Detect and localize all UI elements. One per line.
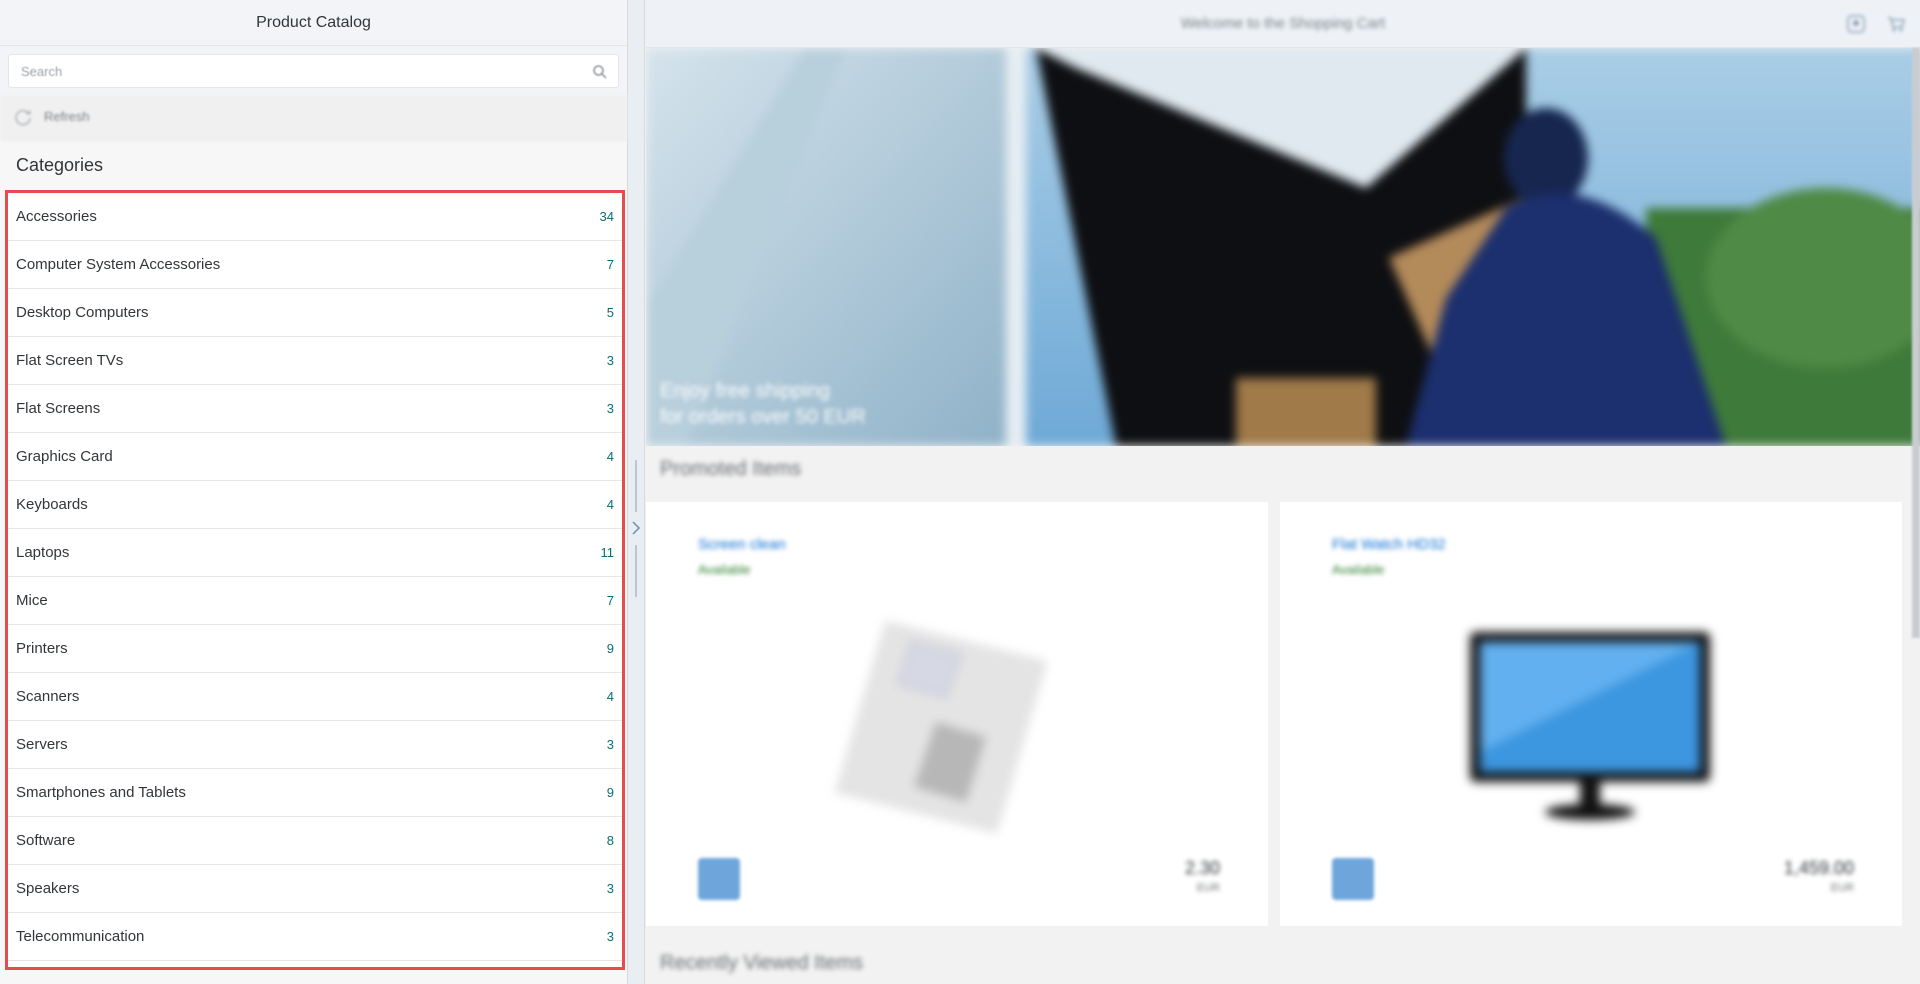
category-count: 11 — [600, 545, 615, 560]
splitter-grip-top — [635, 460, 637, 512]
master-header: Product Catalog — [0, 0, 627, 46]
category-item-smartphones-and-tablets[interactable]: Smartphones and Tablets 9 — [8, 769, 622, 817]
category-item-flat-screens[interactable]: Flat Screens 3 — [8, 385, 622, 433]
category-count: 34 — [599, 209, 614, 224]
detail-pane: Welcome to the Shopping Cart Enjoy free … — [646, 0, 1920, 984]
category-name: Computer System Accessories — [16, 256, 221, 273]
product-currency: EUR — [1830, 882, 1854, 894]
product-status: Available — [698, 562, 751, 577]
product-title-link[interactable]: Flat Watch HD32 — [1332, 536, 1446, 553]
search-bar — [0, 46, 627, 94]
category-count: 4 — [606, 689, 614, 704]
category-count: 3 — [606, 353, 614, 368]
category-name: Laptops — [16, 544, 70, 561]
page-title: Product Catalog — [256, 13, 371, 31]
category-list: Accessories 34 Computer System Accessori… — [5, 190, 625, 970]
category-count: 9 — [606, 641, 614, 656]
category-count: 3 — [606, 929, 614, 944]
hero-banner[interactable]: Enjoy free shipping for orders over 50 E… — [646, 48, 1920, 446]
app-window: Product Catalog Refresh Categories Acces… — [0, 0, 1920, 984]
category-count: 4 — [606, 497, 614, 512]
category-item-servers[interactable]: Servers 3 — [8, 721, 622, 769]
product-image[interactable] — [1430, 602, 1750, 842]
refresh-button[interactable]: Refresh — [0, 94, 627, 140]
refresh-label: Refresh — [44, 109, 90, 124]
hero-caption: Enjoy free shipping for orders over 50 E… — [660, 378, 866, 430]
product-price: 1,459.00 — [1783, 858, 1854, 878]
detail-scrollbar[interactable] — [1912, 48, 1920, 638]
category-name: Software — [16, 832, 76, 849]
category-name: Accessories — [16, 208, 97, 225]
category-name: Keyboards — [16, 496, 88, 513]
category-count: 3 — [606, 881, 614, 896]
category-item-computer-system-accessories[interactable]: Computer System Accessories 7 — [8, 241, 622, 289]
category-item-accessories[interactable]: Accessories 34 — [8, 193, 622, 241]
add-to-cart-button[interactable] — [1332, 858, 1374, 900]
category-count: 9 — [606, 785, 614, 800]
refresh-icon — [15, 109, 31, 125]
product-title-link[interactable]: Screen clean — [698, 536, 786, 553]
category-count: 5 — [606, 305, 614, 320]
detail-title: Welcome to the Shopping Cart — [1180, 15, 1385, 32]
category-name: Printers — [16, 640, 68, 657]
category-count: 7 — [606, 257, 614, 272]
category-count: 3 — [606, 401, 614, 416]
category-count: 4 — [606, 449, 614, 464]
hero-caption-line1: Enjoy free shipping — [660, 380, 831, 402]
categories-title: Categories — [0, 140, 627, 190]
category-item-mice[interactable]: Mice 7 — [8, 577, 622, 625]
product-image[interactable] — [796, 602, 1116, 842]
category-count: 7 — [606, 593, 614, 608]
category-item-speakers[interactable]: Speakers 3 — [8, 865, 622, 913]
category-name: Smartphones and Tablets — [16, 784, 186, 801]
product-status: Available — [1332, 562, 1385, 577]
category-name: Graphics Card — [16, 448, 113, 465]
detail-header: Welcome to the Shopping Cart — [646, 0, 1920, 48]
category-name: Flat Screens — [16, 400, 101, 417]
hero-caption-line2: for orders over 50 EUR — [660, 406, 866, 428]
pane-splitter[interactable] — [628, 0, 645, 984]
category-item-printers[interactable]: Printers 9 — [8, 625, 622, 673]
category-name: Mice — [16, 592, 48, 609]
category-item-graphics-card[interactable]: Graphics Card 4 — [8, 433, 622, 481]
splitter-grip-bottom — [635, 545, 637, 597]
category-name: Flat Screen TVs — [16, 352, 124, 369]
product-card[interactable]: Flat Watch HD32 Available 1,459.00 EUR — [1280, 502, 1902, 926]
category-name: Scanners — [16, 688, 80, 705]
search-icon[interactable] — [592, 64, 608, 80]
account-icon[interactable] — [1846, 14, 1866, 34]
category-item-flat-screen-tvs[interactable]: Flat Screen TVs 3 — [8, 337, 622, 385]
product-card[interactable]: Screen clean Available 2.30 EUR — [646, 502, 1268, 926]
category-name: Servers — [16, 736, 68, 753]
category-item-telecommunication[interactable]: Telecommunication 3 — [8, 913, 622, 961]
product-currency: EUR — [1196, 882, 1220, 894]
category-item-software[interactable]: Software 8 — [8, 817, 622, 865]
category-item-desktop-computers[interactable]: Desktop Computers 5 — [8, 289, 622, 337]
category-item-laptops[interactable]: Laptops 11 — [8, 529, 622, 577]
category-name: Speakers — [16, 880, 80, 897]
search-input[interactable] — [21, 63, 581, 79]
category-item-keyboards[interactable]: Keyboards 4 — [8, 481, 622, 529]
category-name: Telecommunication — [16, 928, 145, 945]
product-price: 2.30 — [1184, 858, 1220, 878]
recently-viewed-title: Recently Viewed Items — [660, 952, 864, 974]
promoted-items-title: Promoted Items — [660, 458, 802, 480]
category-count: 3 — [606, 737, 614, 752]
add-to-cart-button[interactable] — [698, 858, 740, 900]
category-count: 8 — [606, 833, 614, 848]
cart-icon[interactable] — [1886, 14, 1906, 34]
category-name: Desktop Computers — [16, 304, 149, 321]
category-item-scanners[interactable]: Scanners 4 — [8, 673, 622, 721]
chevron-right-icon[interactable] — [630, 520, 642, 536]
search-field[interactable] — [8, 54, 619, 88]
